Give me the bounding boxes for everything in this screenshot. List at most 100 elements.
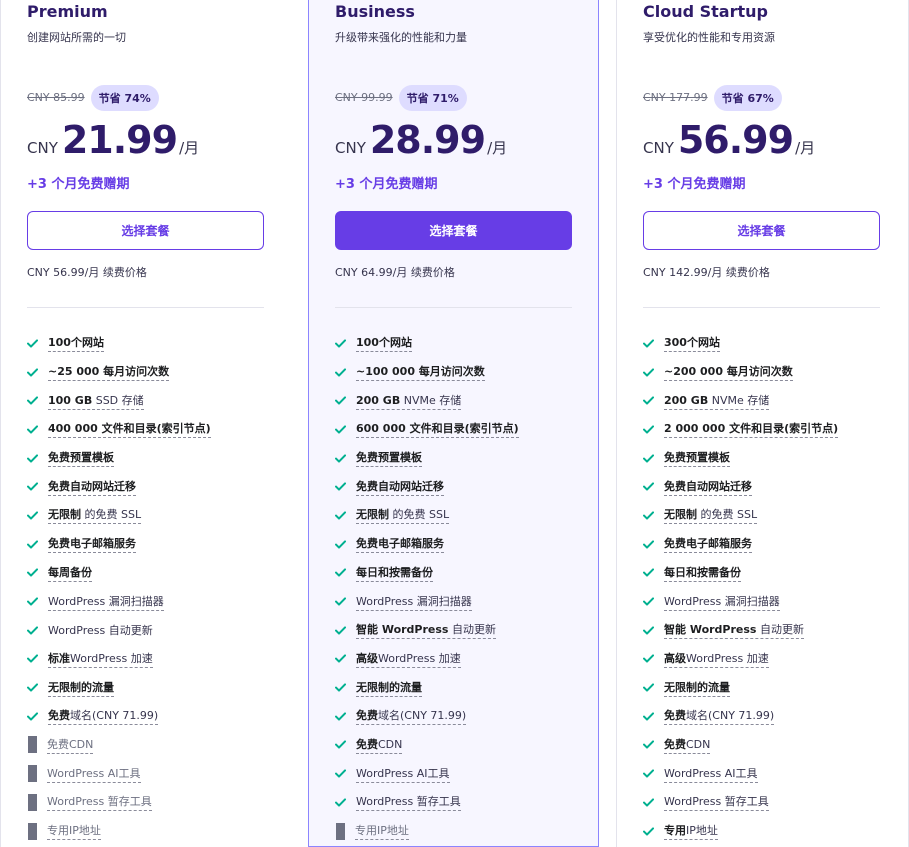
plan-name: Business <box>335 2 415 21</box>
feature-item: 200 GB NVMe 存储 <box>643 386 893 415</box>
feature-item: WordPress 漏洞扫描器 <box>27 587 277 616</box>
feature-item: WordPress 自动更新 <box>27 616 277 645</box>
feature-item: 免费电子邮箱服务 <box>27 530 277 559</box>
feature-label-text: WordPress 漏洞扫描器 <box>664 594 780 608</box>
check-icon <box>335 568 348 577</box>
feature-item: 无限制 的免费 SSL <box>643 501 893 530</box>
plan-card-business: Business 升级带来强化的性能和力量 CNY 99.99 节省 71% C… <box>308 0 599 847</box>
feature-label-text: 600 000 文件和目录(索引节点) <box>356 422 519 436</box>
check-icon <box>335 769 348 778</box>
check-icon <box>643 540 656 549</box>
feature-label-text: 域名(CNY 71.99) <box>378 709 467 723</box>
feature-item: WordPress AI工具 <box>643 759 893 788</box>
renewal-price: CNY 142.99/月 续费价格 <box>643 266 770 279</box>
check-icon <box>643 740 656 750</box>
feature-label-emphasis: 智能 WordPress <box>664 623 757 637</box>
discount-badge: 节省 74% <box>90 84 159 111</box>
feature-label-emphasis: 高级 <box>356 651 378 665</box>
feature-label-emphasis: 无限制 <box>356 508 389 522</box>
feature-label-text: 免费预置模板 <box>356 451 422 465</box>
feature-label-text: 专用IP地址 <box>355 824 409 838</box>
feature-label: 200 GB NVMe 存储 <box>356 392 462 410</box>
feature-label-text: 的免费 SSL <box>81 508 142 522</box>
feature-item: 无限制 的免费 SSL <box>335 501 585 530</box>
feature-label-text: 免费CDN <box>47 737 94 751</box>
check-icon <box>335 626 348 635</box>
feature-item: 智能 WordPress 自动更新 <box>335 616 585 645</box>
feature-item: 免费电子邮箱服务 <box>643 530 893 559</box>
check-icon <box>643 826 656 836</box>
feature-label-text: WordPress AI工具 <box>356 766 450 780</box>
select-plan-button[interactable]: 选择套餐 <box>27 211 264 250</box>
feature-label-emphasis: 高级 <box>664 651 686 665</box>
feature-item: 400 000 文件和目录(索引节点) <box>27 415 277 444</box>
select-plan-button[interactable]: 选择套餐 <box>335 211 572 250</box>
unavailable-icon <box>28 736 37 754</box>
feature-label: ~25 000 每月访问次数 <box>48 363 170 382</box>
feature-item: 免费电子邮箱服务 <box>335 530 585 559</box>
feature-item: WordPress AI工具 <box>27 759 277 788</box>
feature-label-emphasis: 免费 <box>356 709 378 723</box>
feature-item: ~25 000 每月访问次数 <box>27 358 277 387</box>
plan-tagline: 升级带来强化的性能和力量 <box>335 31 467 44</box>
price: CNY 28.99 /月 <box>335 118 507 162</box>
check-icon <box>335 654 348 664</box>
feature-label-emphasis: 200 GB <box>356 393 401 407</box>
feature-label: 400 000 文件和目录(索引节点) <box>48 420 211 439</box>
feature-item: 免费域名(CNY 71.99) <box>643 702 893 731</box>
check-icon <box>643 482 656 491</box>
feature-label-text: WordPress AI工具 <box>664 766 758 780</box>
feature-label-text: CDN <box>378 737 403 751</box>
feature-label-text: IP地址 <box>686 824 718 838</box>
price-amount: 21.99 <box>61 118 178 162</box>
feature-label: 免费域名(CNY 71.99) <box>356 707 467 726</box>
renewal-price: CNY 56.99/月 续费价格 <box>27 266 147 279</box>
feature-label: 每周备份 <box>48 564 92 582</box>
feature-label: 免费域名(CNY 71.99) <box>664 707 775 726</box>
feature-label-text: 2 000 000 文件和目录(索引节点) <box>664 422 839 436</box>
check-icon <box>27 482 40 491</box>
feature-label-emphasis: 无限制 <box>664 508 697 522</box>
check-icon <box>335 712 348 721</box>
feature-item: 高级WordPress 加速 <box>643 645 893 674</box>
feature-label-text: 300个网站 <box>664 336 720 350</box>
check-icon <box>27 396 40 405</box>
feature-label: 专用IP地址 <box>664 822 718 841</box>
feature-label-text: 每周备份 <box>48 565 92 579</box>
feature-list: 100个网站 ~25 000 每月访问次数 100 GB SSD 存储 400 000… <box>27 329 277 845</box>
feature-label: 免费CDN <box>664 736 711 754</box>
check-icon <box>335 798 348 807</box>
check-icon <box>27 654 40 664</box>
bonus-months: +3 个月免费赠期 <box>335 177 438 192</box>
feature-label: 标准WordPress 加速 <box>48 650 153 668</box>
feature-item: 100 GB SSD 存储 <box>27 386 277 415</box>
check-icon <box>643 712 656 721</box>
feature-item: 无限制 的免费 SSL <box>27 501 277 530</box>
feature-item: 无限制的流量 <box>643 673 893 702</box>
check-icon <box>643 568 656 577</box>
select-plan-button[interactable]: 选择套餐 <box>643 211 880 250</box>
original-price: CNY 99.99 <box>335 91 393 104</box>
feature-label: 智能 WordPress 自动更新 <box>664 621 804 640</box>
feature-item: 100个网站 <box>335 329 585 358</box>
check-icon <box>335 597 348 606</box>
feature-label-emphasis: 免费 <box>48 709 70 723</box>
price: CNY 21.99 /月 <box>27 118 199 162</box>
feature-item: WordPress AI工具 <box>335 759 585 788</box>
feature-label-text: 100个网站 <box>48 336 104 350</box>
feature-label-text: 每日和按需备份 <box>356 565 433 579</box>
bonus-months: +3 个月免费赠期 <box>27 177 130 192</box>
feature-item: 免费自动网站迁移 <box>27 472 277 501</box>
feature-label-text: 域名(CNY 71.99) <box>686 709 775 723</box>
feature-item: ~200 000 每月访问次数 <box>643 358 893 387</box>
check-icon <box>27 597 40 606</box>
feature-label: 免费预置模板 <box>356 449 422 468</box>
check-icon <box>27 425 40 434</box>
feature-label-text: WordPress 加速 <box>686 651 769 665</box>
feature-label: 100个网站 <box>48 334 104 353</box>
feature-item: WordPress 漏洞扫描器 <box>335 587 585 616</box>
plan-card-cloud-startup: Cloud Startup 享受优化的性能和专用资源 CNY 177.99 节省… <box>616 0 909 847</box>
check-icon <box>643 683 656 692</box>
feature-label: 免费自动网站迁移 <box>356 478 444 496</box>
feature-label: 无限制 的免费 SSL <box>664 506 758 525</box>
